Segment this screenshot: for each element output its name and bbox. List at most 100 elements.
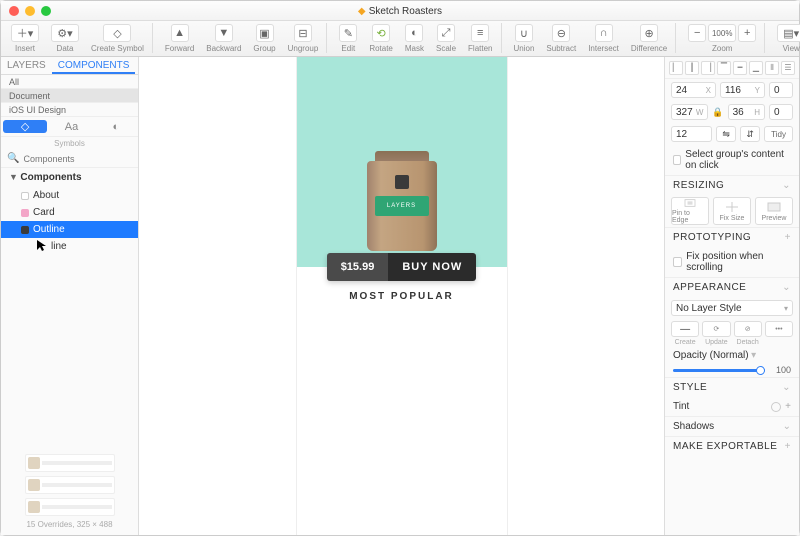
shadows-row[interactable]: Shadows⌄ xyxy=(665,416,799,436)
sidebar-item-about[interactable]: About xyxy=(1,187,138,204)
h-field[interactable]: 36H xyxy=(728,104,765,120)
plus-icon[interactable]: + xyxy=(785,441,791,452)
difference-button[interactable]: ⊕ xyxy=(640,24,658,42)
scale-button[interactable]: ⤢ xyxy=(437,24,455,42)
plus-icon[interactable]: + xyxy=(785,232,791,243)
subtract-button[interactable]: ⊖ xyxy=(552,24,570,42)
opacity-label: Opacity (Normal) ▾ xyxy=(665,348,799,363)
ungroup-button[interactable]: ⊟ xyxy=(294,24,312,42)
sidebar-footer: 15 Overrides, 325 × 488 xyxy=(1,448,138,535)
tab-layers[interactable]: LAYERS xyxy=(1,57,52,74)
tint-row[interactable]: Tint+ xyxy=(665,397,799,416)
w-field[interactable]: 327W xyxy=(671,104,708,120)
align-left-button[interactable]: ▏ xyxy=(669,61,683,75)
filter-ios[interactable]: iOS UI Design xyxy=(1,103,138,117)
intersect-button[interactable]: ∩ xyxy=(595,24,613,42)
tidy-button[interactable]: Tidy xyxy=(764,126,793,142)
lock-icon[interactable]: 🔒 xyxy=(712,107,723,118)
sidebar-sub-item[interactable]: line xyxy=(1,238,138,254)
backward-button[interactable]: ▼ xyxy=(215,24,233,42)
sidebar-item-card[interactable]: Card xyxy=(1,204,138,221)
preview-thumb[interactable] xyxy=(25,476,115,494)
update-style-button[interactable]: ⟳ xyxy=(702,321,730,337)
color-swatch-icon[interactable] xyxy=(771,402,781,412)
cursor-icon xyxy=(37,240,47,252)
rotate-field[interactable]: 0 xyxy=(769,104,793,120)
sidebar-item-outline[interactable]: Outline xyxy=(1,221,138,238)
flatten-button[interactable]: ≡ xyxy=(471,24,489,42)
preview-resize-button[interactable]: Preview xyxy=(755,197,793,225)
opacity-slider[interactable]: 100 xyxy=(665,363,799,377)
align-center-v-button[interactable]: ━ xyxy=(733,61,747,75)
forward-button[interactable]: ▲ xyxy=(171,24,189,42)
canvas[interactable]: LAYERS $15.99 BUY NOW MOST POPULAR xyxy=(139,57,665,535)
align-bottom-button[interactable]: ▁ xyxy=(749,61,763,75)
text-styles-tab[interactable]: Aa xyxy=(49,121,93,133)
align-top-button[interactable]: ▔ xyxy=(717,61,731,75)
preview-thumb[interactable] xyxy=(25,454,115,472)
sidebar: LAYERS COMPONENTS + ⋯ All Document iOS U… xyxy=(1,57,139,535)
resizing-section[interactable]: RESIZING⌄ xyxy=(665,175,799,195)
pin-to-edge-button[interactable]: Pin to Edge xyxy=(671,197,709,225)
select-content-checkbox[interactable]: Select group's content on click xyxy=(665,145,799,175)
flip-v-button[interactable]: ⇵ xyxy=(740,126,760,142)
search-icon: 🔍 xyxy=(7,153,19,164)
create-symbol-button[interactable]: ◇ xyxy=(103,24,131,42)
layer-style-select[interactable]: No Layer Style▾ xyxy=(671,300,793,316)
tab-components[interactable]: COMPONENTS xyxy=(52,57,136,74)
hero-section: LAYERS $15.99 BUY NOW xyxy=(297,57,507,267)
symbols-tab[interactable]: ◇ xyxy=(3,120,47,133)
distribute-h-button[interactable]: ⫴ xyxy=(765,61,779,75)
union-button[interactable]: ∪ xyxy=(515,24,533,42)
prototyping-section[interactable]: PROTOTYPING+ xyxy=(665,227,799,247)
rotate-button[interactable]: ⟲ xyxy=(372,24,390,42)
insert-button[interactable]: ＋▾ xyxy=(11,24,39,42)
filter-all[interactable]: All xyxy=(1,75,138,89)
group-button[interactable]: ▣ xyxy=(256,24,274,42)
plus-icon[interactable]: + xyxy=(785,401,791,412)
components-header: ▼ Components xyxy=(1,168,138,187)
titlebar: ◆ Sketch Roasters xyxy=(1,1,799,21)
inspector: ▏ ┃ ▕ ▔ ━ ▁ ⫴ ☰ 24X 116Y 0 327W 🔒 36H 0 … xyxy=(665,57,799,535)
swatch-icon xyxy=(21,226,29,234)
view-button[interactable]: ▤▾ xyxy=(777,24,800,42)
c-field[interactable]: 0 xyxy=(769,82,793,98)
diamond-icon: ◆ xyxy=(358,6,366,17)
more-style-button[interactable]: ••• xyxy=(765,321,793,337)
swatch-icon xyxy=(21,192,29,200)
product-image: LAYERS xyxy=(367,151,437,251)
align-right-button[interactable]: ▕ xyxy=(701,61,715,75)
price-label: $15.99 xyxy=(327,253,389,281)
layer-styles-tab[interactable]: ◐ xyxy=(94,121,138,133)
buy-button[interactable]: BUY NOW xyxy=(388,253,476,281)
preview-thumb[interactable] xyxy=(25,498,115,516)
y-field[interactable]: 116Y xyxy=(720,82,765,98)
exportable-section[interactable]: MAKE EXPORTABLE+ xyxy=(665,436,799,456)
edit-button[interactable]: ✎ xyxy=(339,24,357,42)
fix-scroll-checkbox[interactable]: Fix position when scrolling xyxy=(665,247,799,277)
distribute-v-button[interactable]: ☰ xyxy=(781,61,795,75)
detach-style-button[interactable]: ⊘ xyxy=(734,321,762,337)
data-button[interactable]: ⚙▾ xyxy=(51,24,79,42)
search-input[interactable]: 🔍 ⊗ xyxy=(1,150,138,168)
swatch-icon xyxy=(21,209,29,217)
bag-label: LAYERS xyxy=(375,196,429,216)
flip-h-button[interactable]: ⇋ xyxy=(716,126,736,142)
zoom-out-button[interactable]: − xyxy=(688,24,706,42)
align-center-h-button[interactable]: ┃ xyxy=(685,61,699,75)
zoom-in-button[interactable]: + xyxy=(738,24,756,42)
artboard[interactable]: LAYERS $15.99 BUY NOW MOST POPULAR xyxy=(297,57,507,535)
zoom-value[interactable]: 100% xyxy=(708,24,736,42)
chevron-down-icon: ⌄ xyxy=(782,382,791,393)
mask-button[interactable]: ◐ xyxy=(405,24,423,42)
toolbar: ＋▾Insert ⚙▾Data ◇Create Symbol ▲Forward … xyxy=(1,21,799,57)
appearance-section[interactable]: APPEARANCE⌄ xyxy=(665,277,799,297)
x-field[interactable]: 24X xyxy=(671,82,716,98)
style-section[interactable]: STYLE⌄ xyxy=(665,377,799,397)
symbols-label: Symbols xyxy=(1,137,138,150)
create-style-button[interactable]: — xyxy=(671,321,699,337)
window-title: ◆ Sketch Roasters xyxy=(1,5,799,17)
filter-document[interactable]: Document xyxy=(1,89,138,103)
radius-field[interactable]: 12 xyxy=(671,126,712,142)
fix-size-button[interactable]: Fix Size xyxy=(713,197,751,225)
